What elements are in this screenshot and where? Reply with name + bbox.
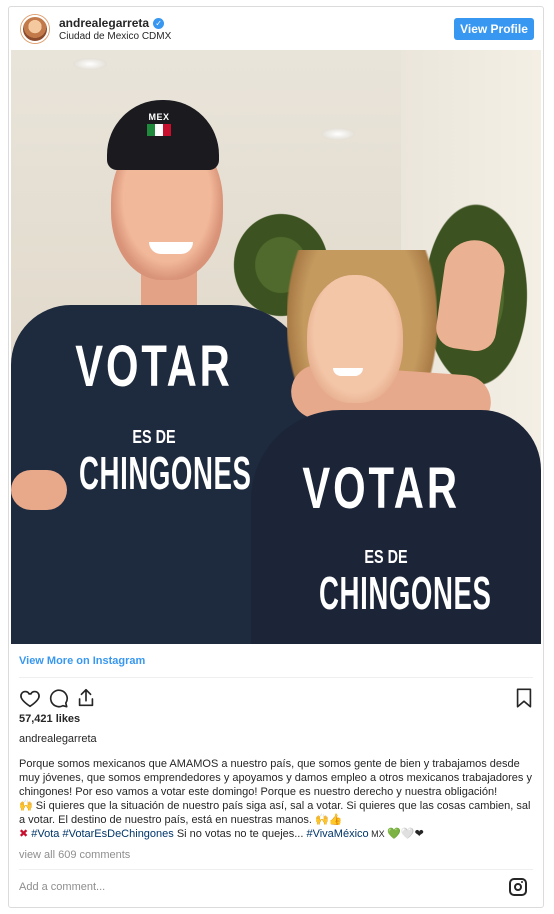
username-row[interactable]: andrealegarreta ✓ [59, 16, 165, 30]
shirt-text-votar: VOTAR [75, 334, 233, 399]
verified-badge-icon: ✓ [153, 17, 165, 29]
heart-icon[interactable] [19, 687, 41, 709]
flag-emoji: MX [368, 829, 388, 839]
cross-mark-emoji: ✖ [19, 827, 29, 840]
raised-hands-thumbs-emoji: 🙌👍 [314, 813, 343, 826]
cap-logo: MEX [143, 112, 175, 142]
action-bar [19, 687, 535, 709]
caption-paragraph: ✖ #Vota #VotarEsDeChingones Si no votas … [19, 827, 535, 841]
hand [11, 470, 67, 510]
username[interactable]: andrealegarreta [59, 16, 149, 30]
hashtag-link[interactable]: #VotarEsDeChingones [62, 828, 173, 840]
caption-text: Porque somos mexicanos que AMAMOS a nues… [19, 757, 535, 841]
woman-face [307, 275, 403, 403]
shirt-text-votar: VOTAR [302, 456, 460, 521]
shirt-text-es-de: ES DE [132, 427, 176, 447]
post-header: andrealegarreta ✓ Ciudad de Mexico CDMX … [9, 7, 543, 51]
avatar[interactable] [21, 15, 49, 43]
post-photo[interactable]: MEX VOTAR ES DE CHINGONES VOTAR ES DE CH… [11, 50, 541, 644]
mexico-flag-icon [147, 124, 171, 136]
shirt-text-es-de: ES DE [364, 547, 408, 567]
raised-hands-emoji: 🙌 [19, 799, 33, 812]
likes-count[interactable]: 57,421 likes [19, 713, 80, 725]
shirt-text-chingones: CHINGONES [319, 567, 492, 619]
man-smile [149, 242, 193, 254]
ceiling-light [321, 128, 355, 140]
view-profile-button[interactable]: View Profile [454, 18, 534, 40]
bookmark-icon[interactable] [513, 687, 535, 709]
hearts-emoji: 💚🤍❤ [387, 827, 424, 840]
comment-icon[interactable] [47, 687, 69, 709]
view-more-link[interactable]: View More on Instagram [19, 655, 145, 667]
instagram-embed-card: andrealegarreta ✓ Ciudad de Mexico CDMX … [8, 6, 544, 908]
caption-paragraph: Porque somos mexicanos que AMAMOS a nues… [19, 758, 532, 798]
share-icon[interactable] [75, 687, 97, 709]
cap-text: MEX [148, 112, 170, 122]
shirt-text-chingones: CHINGONES [79, 447, 252, 499]
add-comment-input[interactable]: Add a comment... [19, 881, 105, 893]
caption-paragraph: 🙌 Si quieres que la situación de nuestro… [19, 799, 535, 827]
divider [19, 677, 533, 678]
location[interactable]: Ciudad de Mexico CDMX [59, 31, 171, 42]
caption-username[interactable]: andrealegarreta [19, 733, 97, 745]
caption-line: Si quieres que la situación de nuestro p… [19, 800, 531, 826]
divider [19, 869, 533, 870]
hashtag-link[interactable]: #Vota [31, 828, 59, 840]
woman-smile [333, 368, 363, 376]
ceiling-light [73, 58, 107, 70]
instagram-logo-icon[interactable] [509, 878, 527, 896]
hashtag-link[interactable]: #VivaMéxico [306, 828, 368, 840]
view-all-comments-link[interactable]: view all 609 comments [19, 849, 130, 861]
caption-line: Si no votas no te quejes... [173, 828, 307, 840]
